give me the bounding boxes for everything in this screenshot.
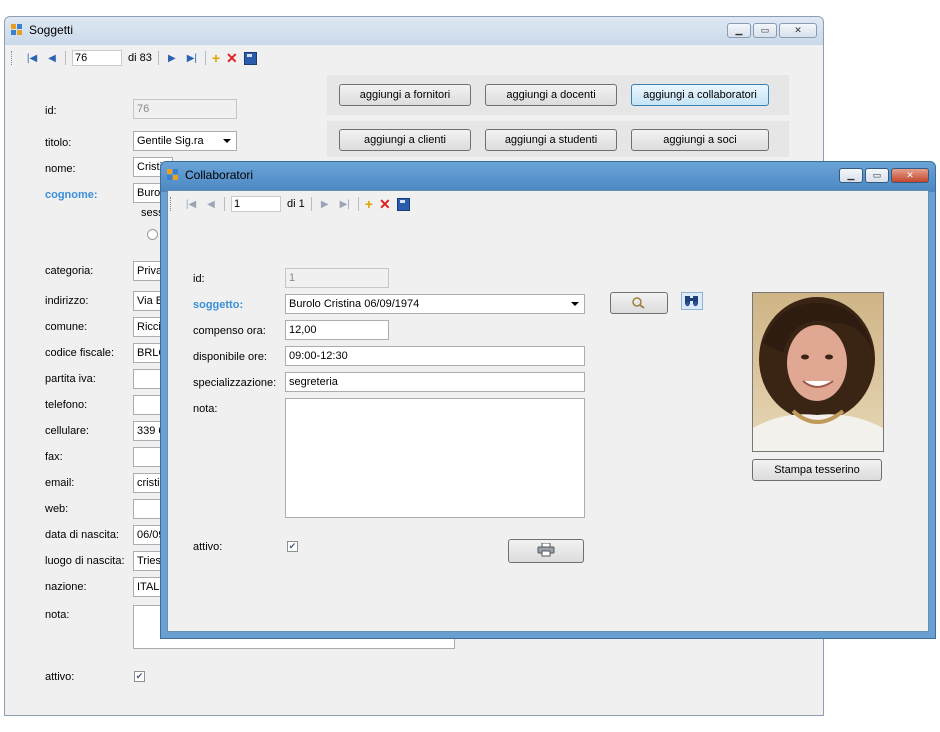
cognome-label: cognome: <box>45 189 98 201</box>
toolbar-grip[interactable] <box>170 197 174 211</box>
sesso-radio[interactable] <box>147 229 158 240</box>
add-to-docenti-button[interactable]: aggiungi a docenti <box>485 84 617 106</box>
titolo-label: titolo: <box>45 137 72 149</box>
print-button[interactable] <box>508 539 584 563</box>
binding-navigator: |◀ ◀ di 1 ▶ ▶| + ✕ <box>170 193 410 215</box>
disponibile-label: disponibile ore: <box>193 351 267 363</box>
collaboratori-window: Collaboratori ▁ ▭ ✕ |◀ ◀ di 1 ▶ ▶| + ✕ i… <box>160 161 936 639</box>
last-record-icon[interactable]: ▶| <box>338 199 352 210</box>
app-icon <box>11 24 23 36</box>
maximize-icon[interactable]: ▭ <box>753 23 777 38</box>
nome-label: nome: <box>45 163 76 175</box>
telefono-label: telefono: <box>45 399 88 411</box>
delete-icon[interactable]: ✕ <box>226 50 238 67</box>
attivo-checkbox[interactable]: ✔ <box>287 541 298 552</box>
id-label: id: <box>193 273 205 285</box>
add-to-soci-button[interactable]: aggiungi a soci <box>631 129 769 151</box>
position-input[interactable] <box>231 196 281 212</box>
add-icon[interactable]: + <box>212 50 220 66</box>
chevron-down-icon[interactable] <box>571 302 579 306</box>
toolbar-separator <box>157 51 159 65</box>
attivo-label: attivo: <box>45 671 75 683</box>
next-record-icon[interactable]: ▶ <box>318 199 332 210</box>
specializzazione-label: specializzazione: <box>193 377 277 389</box>
maximize-icon[interactable]: ▭ <box>865 168 889 183</box>
previous-record-icon[interactable]: ◀ <box>204 199 218 210</box>
search-icon <box>631 297 647 309</box>
web-label: web: <box>45 503 69 515</box>
binding-navigator: |◀ ◀ di 83 ▶ ▶| + ✕ <box>11 47 257 69</box>
nazione-label: nazione: <box>45 581 87 593</box>
indirizzo-label: indirizzo: <box>45 295 89 307</box>
close-icon[interactable]: ✕ <box>779 23 817 38</box>
attivo-checkbox[interactable]: ✔ <box>134 671 145 682</box>
categoria-label: categoria: <box>45 265 94 277</box>
add-to-studenti-button[interactable]: aggiungi a studenti <box>485 129 617 151</box>
previous-record-icon[interactable]: ◀ <box>45 53 59 64</box>
window-title: Soggetti <box>29 23 74 37</box>
delete-icon[interactable]: ✕ <box>379 196 391 213</box>
close-icon[interactable]: ✕ <box>891 168 929 183</box>
data-nascita-label: data di nascita: <box>45 529 119 541</box>
add-to-fornitori-button[interactable]: aggiungi a fornitori <box>339 84 471 106</box>
collaboratori-titlebar[interactable]: Collaboratori ▁ ▭ ✕ <box>161 162 935 192</box>
email-label: email: <box>45 477 75 489</box>
titolo-value: Gentile Sig.ra <box>137 135 204 147</box>
id-field[interactable]: 1 <box>285 268 389 288</box>
titolo-combo[interactable]: Gentile Sig.ra <box>133 131 237 151</box>
minimize-icon[interactable]: ▁ <box>727 23 751 38</box>
printer-icon <box>537 542 555 557</box>
soggetto-combo[interactable]: Burolo Cristina 06/09/1974 <box>285 294 585 314</box>
save-icon[interactable] <box>243 51 257 65</box>
disponibile-field[interactable]: 09:00-12:30 <box>285 346 585 366</box>
soggetti-titlebar[interactable]: Soggetti ▁ ▭ ✕ <box>5 17 823 45</box>
nota-textarea[interactable] <box>285 398 585 518</box>
id-label: id: <box>45 105 57 117</box>
cellulare-label: cellulare: <box>45 425 90 437</box>
nota-label: nota: <box>193 403 218 415</box>
next-record-icon[interactable]: ▶ <box>165 53 179 64</box>
window-title: Collaboratori <box>185 168 254 182</box>
last-record-icon[interactable]: ▶| <box>185 53 199 64</box>
app-icon <box>167 169 179 181</box>
binoculars-button[interactable] <box>681 292 703 310</box>
comune-label: comune: <box>45 321 88 333</box>
add-icon[interactable]: + <box>365 196 373 212</box>
add-to-clienti-button[interactable]: aggiungi a clienti <box>339 129 471 151</box>
id-field[interactable]: 76 <box>133 99 237 119</box>
search-button[interactable] <box>610 292 668 314</box>
print-card-button[interactable]: Stampa tesserino <box>752 459 882 481</box>
first-record-icon[interactable]: |◀ <box>25 53 39 64</box>
specializzazione-field[interactable]: segreteria <box>285 372 585 392</box>
save-icon[interactable] <box>396 197 410 211</box>
record-count: di 83 <box>128 52 152 64</box>
toolbar-separator <box>65 51 66 65</box>
compenso-label: compenso ora: <box>193 325 266 337</box>
collaboratori-client-area: |◀ ◀ di 1 ▶ ▶| + ✕ id: soggetto: compens… <box>167 190 929 632</box>
fax-label: fax: <box>45 451 63 463</box>
minimize-icon[interactable]: ▁ <box>839 168 863 183</box>
toolbar-separator <box>310 197 312 211</box>
toolbar-separator <box>357 197 359 211</box>
luogo-nascita-label: luogo di nascita: <box>45 555 125 567</box>
chevron-down-icon[interactable] <box>223 139 231 143</box>
partita-iva-label: partita iva: <box>45 373 96 385</box>
toolbar-separator <box>204 51 206 65</box>
position-input[interactable] <box>72 50 122 66</box>
nota-label: nota: <box>45 609 70 621</box>
add-to-collaboratori-button[interactable]: aggiungi a collaboratori <box>631 84 769 106</box>
soggetto-label: soggetto: <box>193 299 244 311</box>
record-count: di 1 <box>287 198 305 210</box>
binoculars-icon <box>682 296 702 312</box>
collaboratore-photo <box>752 292 884 452</box>
first-record-icon[interactable]: |◀ <box>184 199 198 210</box>
attivo-label: attivo: <box>193 541 223 553</box>
toolbar-separator <box>224 197 225 211</box>
compenso-field[interactable]: 12,00 <box>285 320 389 340</box>
soggetto-value: Burolo Cristina 06/09/1974 <box>289 298 420 310</box>
codice-fiscale-label: codice fiscale: <box>45 347 115 359</box>
toolbar-grip[interactable] <box>11 51 15 65</box>
